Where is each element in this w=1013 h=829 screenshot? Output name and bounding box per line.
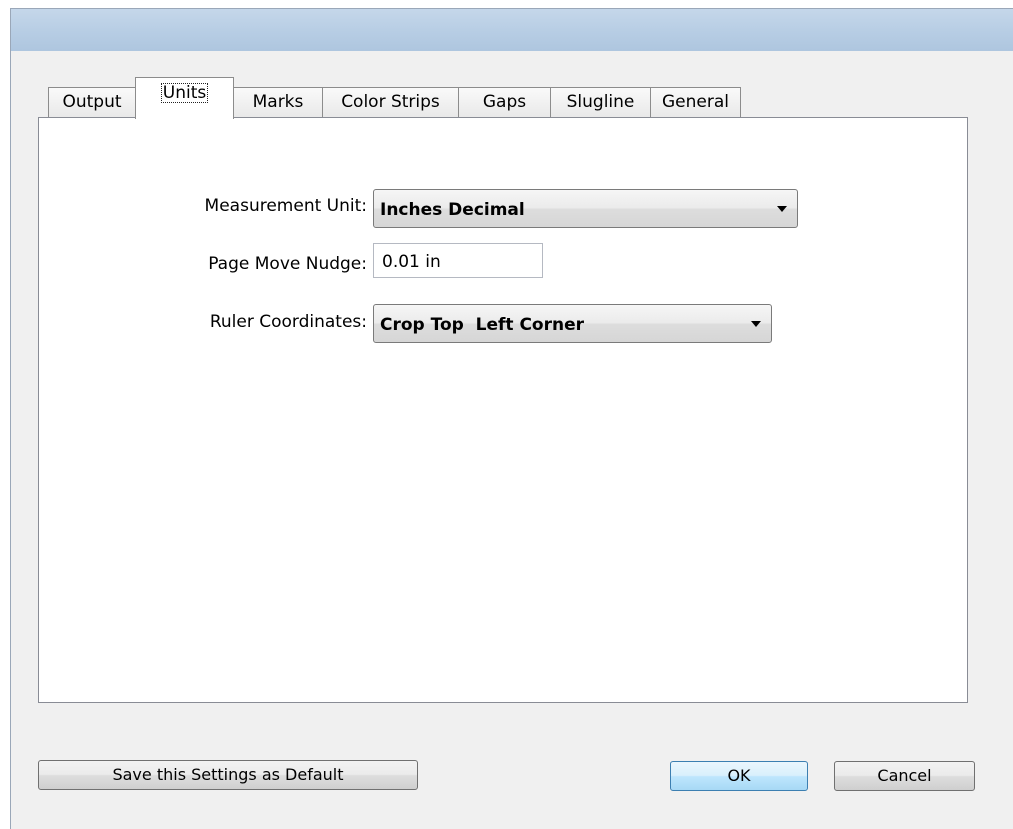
page-move-nudge-label: Page Move Nudge: (208, 254, 367, 274)
tab-units[interactable]: Units (135, 77, 234, 119)
tab-general[interactable]: General (650, 87, 741, 118)
tab-marks-label: Marks (252, 92, 304, 112)
tab-general-label: General (662, 92, 729, 112)
measurement-unit-value: Inches Decimal (380, 200, 525, 220)
tab-output[interactable]: Output (48, 87, 136, 118)
tab-units-label: Units (160, 83, 209, 103)
cancel-button[interactable]: Cancel (834, 761, 975, 791)
tab-color-strips[interactable]: Color Strips (322, 87, 459, 118)
measurement-unit-select[interactable]: Inches Decimal (373, 189, 798, 228)
save-as-default-button[interactable]: Save this Settings as Default (38, 760, 418, 790)
measurement-unit-label: Measurement Unit: (204, 196, 367, 216)
ok-button[interactable]: OK (670, 761, 808, 791)
title-bar[interactable] (11, 9, 1013, 51)
units-tab-panel: Measurement Unit: Inches Decimal Page Mo… (38, 117, 968, 703)
tab-slugline-label: Slugline (566, 92, 635, 112)
tab-gaps-label: Gaps (482, 92, 527, 112)
page-move-nudge-input[interactable]: 0.01 in (373, 243, 543, 278)
tab-color-strips-label: Color Strips (341, 92, 440, 112)
tab-gaps[interactable]: Gaps (458, 87, 551, 118)
tab-marks[interactable]: Marks (233, 87, 323, 118)
ruler-coordinates-select[interactable]: Crop Top Left Corner (373, 304, 772, 343)
ruler-coordinates-value: Crop Top Left Corner (380, 315, 585, 335)
chevron-down-icon (751, 321, 761, 327)
tab-output-label: Output (62, 92, 122, 112)
chevron-down-icon (777, 206, 787, 212)
ruler-coordinates-label: Ruler Coordinates: (209, 312, 367, 332)
tab-slugline[interactable]: Slugline (550, 87, 651, 118)
